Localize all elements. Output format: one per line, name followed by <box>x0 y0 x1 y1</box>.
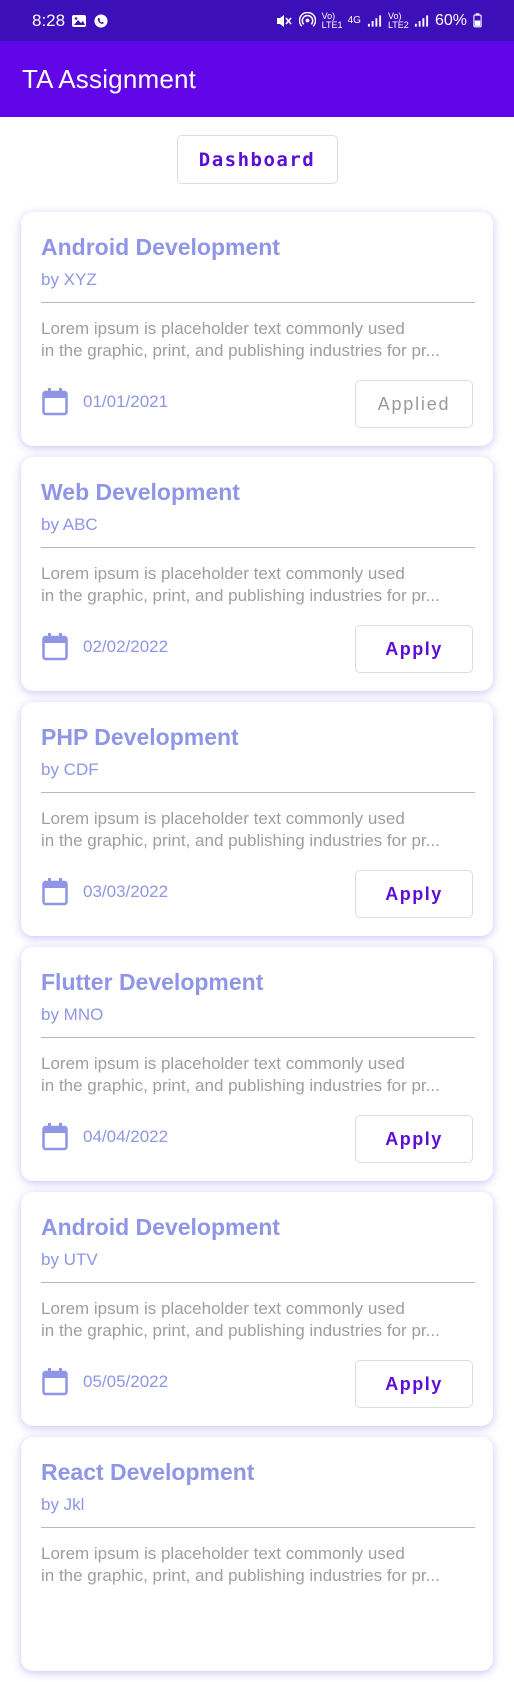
course-description-line: in the graphic, print, and publishing in… <box>41 1076 440 1095</box>
course-description-line: in the graphic, print, and publishing in… <box>41 1566 440 1585</box>
course-card: PHP Development by CDF Lorem ipsum is pl… <box>21 702 493 936</box>
course-title: Flutter Development <box>41 969 264 995</box>
course-description: Lorem ipsum is placeholder text commonly… <box>41 808 475 852</box>
card-divider <box>41 302 475 303</box>
calendar-icon <box>42 878 68 906</box>
network-label-lte1: Vo) LTE1 <box>321 10 343 30</box>
course-author: by ABC <box>41 515 98 534</box>
course-author: by UTV <box>41 1250 98 1269</box>
calendar-icon <box>42 1123 68 1151</box>
card-divider <box>41 1037 475 1038</box>
course-title: React Development <box>41 1459 255 1485</box>
status-time: 8:28 <box>32 10 66 30</box>
calendar-icon <box>42 388 68 416</box>
course-author: by CDF <box>41 760 99 779</box>
whatsapp-icon <box>94 13 108 28</box>
apply-button[interactable]: Apply <box>355 870 473 918</box>
card-divider <box>41 792 475 793</box>
course-date: 01/01/2021 <box>83 392 169 411</box>
course-date: 03/03/2022 <box>83 882 169 901</box>
battery-percent: 60% <box>434 11 467 29</box>
course-author: by XYZ <box>41 270 97 289</box>
app-title: TA Assignment <box>22 63 197 94</box>
apply-button[interactable]: Apply <box>355 625 473 673</box>
course-card: React Development by Jkl Lorem ipsum is … <box>21 1437 493 1671</box>
course-description-line: in the graphic, print, and publishing in… <box>41 341 440 360</box>
card-divider <box>41 1282 475 1283</box>
apply-button[interactable]: Apply <box>355 1115 473 1163</box>
course-description: Lorem ipsum is placeholder text commonly… <box>41 318 475 362</box>
course-description-line: in the graphic, print, and publishing in… <box>41 586 440 605</box>
course-description-line: Lorem ipsum is placeholder text commonly… <box>41 1054 405 1073</box>
dashboard-button[interactable]: Dashboard <box>176 135 338 184</box>
course-description-line: in the graphic, print, and publishing in… <box>41 831 440 850</box>
dashboard-button-container: Dashboard <box>0 135 514 184</box>
course-card: Flutter Development by MNO Lorem ipsum i… <box>21 947 493 1181</box>
course-date: 04/04/2022 <box>83 1127 169 1146</box>
course-author: by Jkl <box>41 1495 85 1514</box>
course-card: Android Development by XYZ Lorem ipsum i… <box>21 212 493 446</box>
course-card: Web Development by ABC Lorem ipsum is pl… <box>21 457 493 691</box>
course-title: PHP Development <box>41 724 239 750</box>
calendar-icon <box>42 633 68 661</box>
mute-icon <box>276 14 292 27</box>
course-description: Lorem ipsum is placeholder text commonly… <box>41 563 475 607</box>
course-author: by MNO <box>41 1005 104 1024</box>
course-date: 05/05/2022 <box>83 1372 169 1391</box>
status-right: Vo) LTE1 4G Vo) LTE2 60% <box>275 10 482 30</box>
card-divider <box>41 547 475 548</box>
course-title: Web Development <box>41 479 240 505</box>
hotspot-icon <box>298 12 316 27</box>
course-description: Lorem ipsum is placeholder text commonly… <box>41 1543 475 1587</box>
applied-button[interactable]: Applied <box>355 380 473 428</box>
course-card-list: Android Development by XYZ Lorem ipsum i… <box>21 212 493 1682</box>
course-date: 02/02/2022 <box>83 637 169 656</box>
gallery-icon <box>72 14 87 27</box>
course-description-line: Lorem ipsum is placeholder text commonly… <box>41 809 405 828</box>
apply-button[interactable]: Apply <box>355 1360 473 1408</box>
course-card: Android Development by UTV Lorem ipsum i… <box>21 1192 493 1426</box>
course-description: Lorem ipsum is placeholder text commonly… <box>41 1053 475 1097</box>
app-bar: TA Assignment <box>0 41 514 117</box>
course-description-line: Lorem ipsum is placeholder text commonly… <box>41 1299 405 1318</box>
course-description-line: Lorem ipsum is placeholder text commonly… <box>41 1544 405 1563</box>
course-title: Android Development <box>41 234 280 260</box>
course-description-line: in the graphic, print, and publishing in… <box>41 1321 440 1340</box>
signal-icon <box>367 14 382 27</box>
course-description-line: Lorem ipsum is placeholder text commonly… <box>41 319 405 338</box>
status-bar: 8:28 Vo) LTE1 4G Vo) LTE2 60% <box>0 0 514 41</box>
course-description-line: Lorem ipsum is placeholder text commonly… <box>41 564 405 583</box>
signal-icon <box>414 14 429 27</box>
course-title: Android Development <box>41 1214 280 1240</box>
network-label-lte2: Vo) LTE2 <box>387 10 409 30</box>
calendar-icon <box>42 1368 68 1396</box>
battery-icon <box>473 13 482 28</box>
network-label-4g: 4G <box>347 15 361 26</box>
course-description: Lorem ipsum is placeholder text commonly… <box>41 1298 475 1342</box>
status-left: 8:28 <box>32 11 109 31</box>
card-divider <box>41 1527 475 1528</box>
